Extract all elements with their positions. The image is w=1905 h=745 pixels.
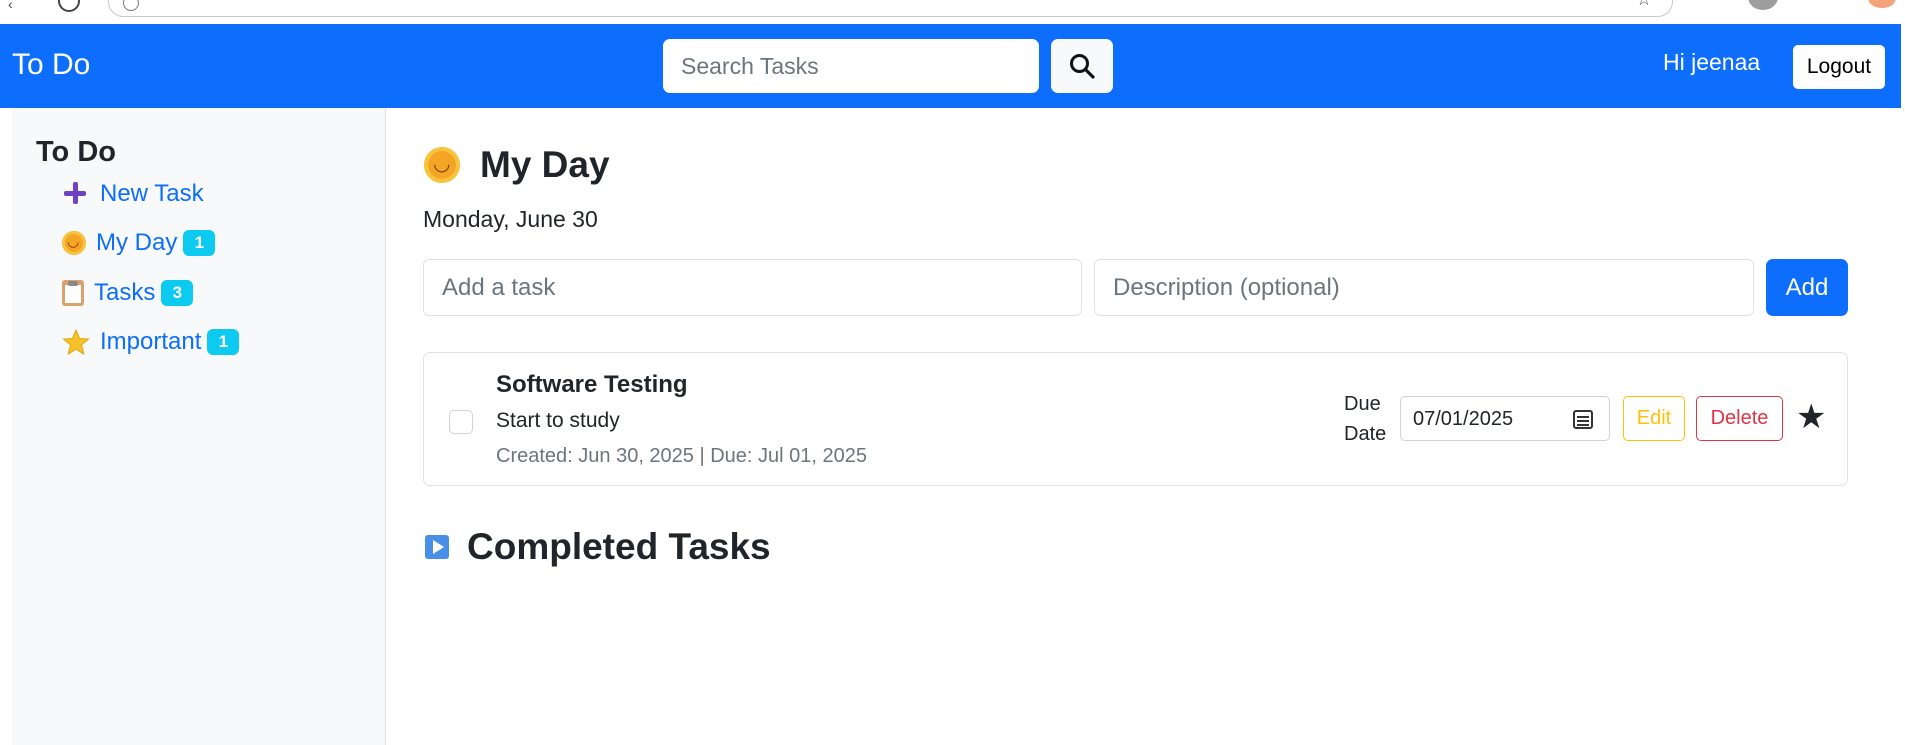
browser-extension-icon[interactable] <box>1868 0 1896 8</box>
task-complete-checkbox[interactable] <box>449 410 473 434</box>
completed-title: Completed Tasks <box>467 526 771 567</box>
sidebar-item-important[interactable]: Important 1 <box>62 322 240 362</box>
smiling-sun-icon <box>424 147 460 183</box>
sidebar-item-label: New Task <box>100 180 204 207</box>
count-badge: 1 <box>207 329 240 355</box>
top-navbar: To Do Hi jeenaa Logout <box>0 24 1901 108</box>
task-description-input[interactable] <box>1094 259 1754 316</box>
page-title-text: My Day <box>480 144 610 185</box>
sidebar-item-my-day[interactable]: My Day 1 <box>62 223 216 263</box>
expand-play-icon[interactable] <box>425 535 449 559</box>
add-task-button[interactable]: Add <box>1766 259 1848 316</box>
address-bar[interactable]: ☆ <box>108 0 1673 17</box>
sidebar-title: To Do <box>36 136 116 168</box>
delete-task-button[interactable]: Delete <box>1696 396 1783 441</box>
sidebar-item-new-task[interactable]: New Task <box>62 174 204 214</box>
smiling-sun-icon <box>62 231 86 255</box>
site-info-icon[interactable] <box>123 0 139 11</box>
important-star-icon[interactable]: ★ <box>1796 397 1826 437</box>
back-arrow-icon[interactable]: ‹ <box>8 0 13 12</box>
bookmark-star-icon[interactable]: ☆ <box>1636 0 1652 10</box>
plus-icon <box>62 180 90 208</box>
calendar-icon[interactable] <box>1573 410 1593 429</box>
browser-toolbar: ‹ ☆ <box>0 0 1905 24</box>
clipboard-icon <box>62 280 84 306</box>
search-icon <box>1070 54 1095 79</box>
search-button[interactable] <box>1051 39 1113 93</box>
due-date-value: 07/01/2025 <box>1413 408 1514 430</box>
task-title: Software Testing <box>496 371 688 398</box>
count-badge: 3 <box>161 280 194 306</box>
profile-avatar[interactable] <box>1748 0 1778 10</box>
due-date-label: Due Date <box>1344 393 1387 445</box>
user-greeting: Hi jeenaa <box>1663 49 1761 75</box>
sidebar-item-label: Tasks <box>94 279 156 306</box>
sidebar-item-label: My Day <box>96 229 178 256</box>
navbar-brand[interactable]: To Do <box>12 48 90 82</box>
task-title-input[interactable] <box>423 259 1082 316</box>
completed-section-header[interactable]: Completed Tasks <box>425 526 771 568</box>
task-card: Software Testing Start to study Created:… <box>423 352 1848 486</box>
edit-task-button[interactable]: Edit <box>1623 396 1685 441</box>
reload-icon[interactable] <box>58 0 80 12</box>
sidebar: To Do New Task My Day 1 Tasks 3 Importan… <box>12 108 386 745</box>
main-content: My Day Monday, June 30 Add Software Test… <box>387 108 1901 745</box>
logout-button[interactable]: Logout <box>1793 45 1885 89</box>
current-date: Monday, June 30 <box>423 206 598 232</box>
sidebar-item-label: Important <box>100 328 202 355</box>
page-title: My Day <box>424 144 610 186</box>
count-badge: 1 <box>183 230 216 256</box>
star-icon <box>62 328 90 356</box>
due-date-input[interactable]: 07/01/2025 <box>1400 396 1610 441</box>
task-meta: Created: Jun 30, 2025 | Due: Jul 01, 202… <box>496 445 868 467</box>
search-input[interactable] <box>663 39 1039 93</box>
sidebar-item-tasks[interactable]: Tasks 3 <box>62 273 194 313</box>
task-description: Start to study <box>496 409 620 432</box>
